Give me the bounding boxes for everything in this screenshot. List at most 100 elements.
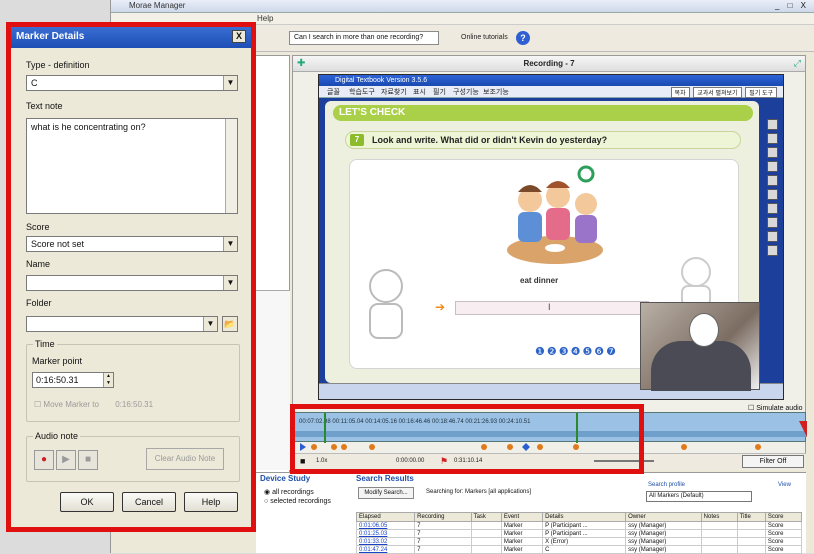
cell: Score [764, 529, 803, 538]
tool-icon[interactable] [767, 147, 778, 158]
inner-menu-item: 필기 [433, 89, 446, 96]
cell-elapsed[interactable]: 0:01:06.05 [355, 521, 416, 530]
tool-icon[interactable] [767, 161, 778, 172]
question-number: 7 [350, 134, 364, 146]
tool-icon[interactable] [767, 119, 778, 130]
cell: P (Participant ... [542, 529, 627, 538]
search-profile-label: Search profile [648, 482, 686, 488]
column-header[interactable]: Details [542, 512, 627, 522]
simulate-audio-checkbox[interactable]: ☐ Simulate audio [748, 404, 803, 412]
cell-elapsed[interactable]: 0:01:33.02 [355, 537, 416, 546]
page-selector[interactable]: ❶❷❸❹❺❻❼ [535, 345, 618, 358]
search-profile-combo[interactable]: All Markers (Default) [646, 491, 752, 502]
cell: 7 [414, 529, 472, 538]
table-row[interactable]: 0:01:25.03 7 Marker P (Participant ... ssy (… [355, 529, 803, 538]
cell [470, 529, 502, 538]
cell: Marker [500, 529, 544, 538]
table-row[interactable]: 0:01:06.05 7 Marker P (Participant ... ssy (… [355, 521, 803, 530]
correct-circle-icon [577, 165, 595, 183]
tool-icon[interactable] [767, 231, 778, 242]
column-header[interactable]: Notes [700, 512, 738, 522]
question-bar: 7 Look and write. What did or didn't Kev… [345, 131, 741, 149]
column-header[interactable]: Elapsed [355, 512, 416, 522]
table-header-row: Elapsed Recording Task Event Details Own… [355, 512, 803, 522]
cell-elapsed[interactable]: 0:01:25.03 [355, 529, 416, 538]
expand-icon[interactable]: ⤢ [794, 58, 801, 69]
cell [470, 545, 502, 554]
search-results-table: Elapsed Recording Task Event Details Own… [355, 512, 803, 554]
lets-check-banner: LET'S CHECK [333, 105, 753, 121]
cell: Score [764, 521, 803, 530]
selected-recordings-radio[interactable]: ○ selected recordings [264, 498, 331, 505]
all-recordings-label: all recordings [272, 489, 314, 496]
question-text: Look and write. What did or didn't Kevin… [372, 135, 608, 145]
girl-outline-illustration [681, 257, 711, 307]
cell [736, 537, 766, 546]
cell: 7 [414, 537, 472, 546]
cell [736, 521, 766, 530]
inner-button: 필기 도구 [745, 87, 777, 98]
cell [470, 537, 502, 546]
cell [700, 537, 738, 546]
cell [700, 545, 738, 554]
radio-icon: ◉ [264, 489, 271, 496]
inner-menu-item: 자료찾기 [381, 89, 407, 96]
window-controls[interactable]: _ □ X [775, 1, 809, 10]
picture-caption: eat dinner [520, 276, 559, 285]
inner-buttons: 목차 교과서 펼쳐보기 필기 도구 [669, 87, 777, 98]
inner-button: 목차 [670, 87, 690, 98]
checkbox-icon: ☐ [748, 405, 755, 412]
inner-menu-item: 구성기능 [453, 89, 479, 96]
cell [700, 521, 738, 530]
recording-title: Recording - 7 [523, 59, 575, 68]
cell [700, 529, 738, 538]
tool-icon[interactable] [767, 189, 778, 200]
cell: ssy (Manager) [625, 521, 702, 530]
inner-button: 교과서 펼쳐보기 [693, 87, 742, 98]
column-header[interactable]: Event [500, 512, 544, 522]
tool-icon[interactable] [767, 217, 778, 228]
cell [470, 521, 502, 530]
column-header[interactable]: Recording [414, 512, 472, 522]
modify-search-button[interactable]: Modify Search... [358, 487, 414, 499]
app-title: Morae Manager [129, 1, 186, 10]
cell [736, 545, 766, 554]
column-header[interactable]: Task [470, 512, 502, 522]
selected-recordings-label: selected recordings [270, 498, 331, 505]
table-row[interactable]: 0:01:33.02 7 Marker X (Error) ssy (Manager) S… [355, 537, 803, 546]
search-results-title: Search Results [356, 474, 414, 483]
cell: X (Error) [542, 537, 627, 546]
help-icon[interactable]: ? [516, 31, 530, 45]
column-header[interactable]: Score [764, 512, 803, 522]
device-study-title: Device Study [260, 474, 311, 483]
boy-outline-illustration [369, 269, 403, 339]
tool-icon[interactable] [767, 175, 778, 186]
cell: Marker [500, 537, 544, 546]
cell: ssy (Manager) [625, 545, 702, 554]
column-header[interactable]: Title [736, 512, 766, 522]
answer-input[interactable]: I [455, 301, 649, 315]
all-recordings-radio[interactable]: ◉ all recordings [264, 488, 314, 496]
menu-help[interactable]: Help [257, 14, 273, 23]
tool-icon[interactable] [767, 245, 778, 256]
online-tutorials-link[interactable]: Online tutorials [461, 34, 508, 41]
cell: Marker [500, 521, 544, 530]
column-header[interactable]: Owner [625, 512, 702, 522]
cell: ssy (Manager) [625, 537, 702, 546]
filter-button[interactable]: Filter Off [742, 455, 804, 468]
dialog-highlight-box [6, 22, 256, 532]
cell: 7 [414, 521, 472, 530]
view-label: View [778, 482, 791, 488]
recording-header: ✚ Recording - 7 ⤢ [293, 56, 805, 72]
cell: Score [764, 537, 803, 546]
webcam-video [640, 302, 760, 391]
inner-window-title: Digital Textbook Version 3.5.6 [319, 75, 783, 86]
cell-elapsed[interactable]: 0:01:47.24 [355, 545, 416, 554]
cell [736, 529, 766, 538]
tool-icon[interactable] [767, 133, 778, 144]
help-search-combo[interactable]: Can I search in more than one recording? [289, 31, 439, 45]
tool-icon[interactable] [767, 203, 778, 214]
cell: Score [764, 545, 803, 554]
searching-for-text: Searching for: Markers [all applications… [426, 489, 532, 495]
table-row[interactable]: 0:01:47.24 7 Marker Cssy (Manager) Score [355, 545, 803, 554]
